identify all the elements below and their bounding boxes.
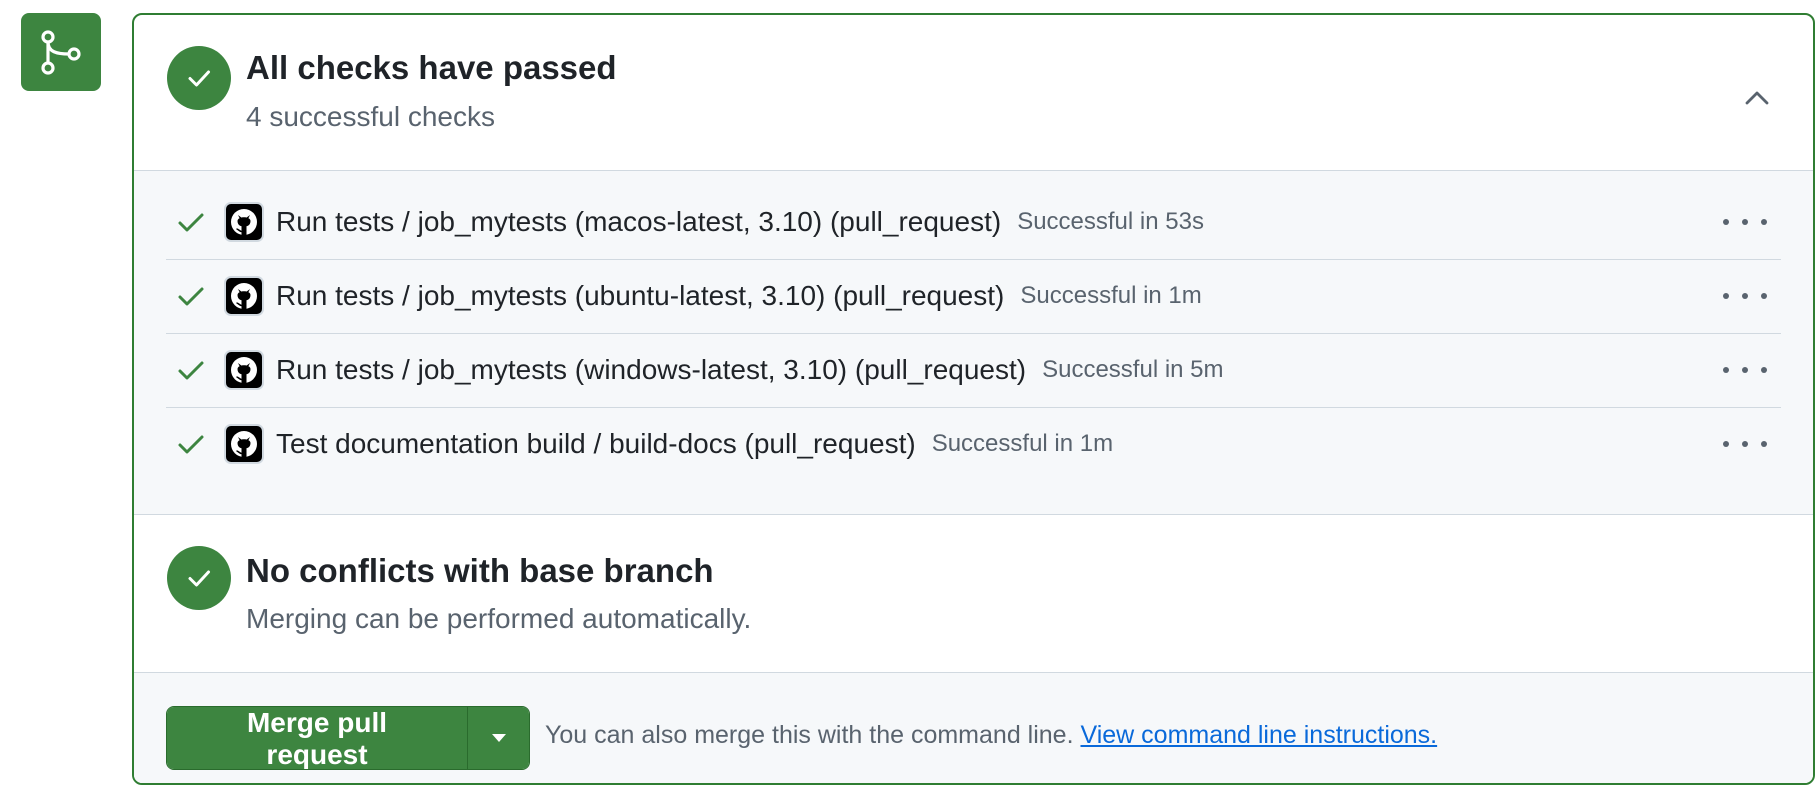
- check-icon: [178, 287, 204, 306]
- check-icon: [178, 435, 204, 454]
- check-row-menu-button[interactable]: [1723, 207, 1767, 237]
- chevron-up-icon: [1745, 91, 1769, 105]
- checks-title: All checks have passed: [246, 49, 617, 86]
- check-name[interactable]: Run tests / job_mytests (ubuntu-latest, …: [276, 280, 1004, 312]
- check-circle-icon: [167, 46, 231, 110]
- github-avatar: [224, 424, 264, 464]
- merge-button-group: Merge pull request: [166, 706, 530, 770]
- github-avatar: [224, 276, 264, 316]
- git-merge-icon: [41, 30, 81, 75]
- merge-pull-request-button[interactable]: Merge pull request: [167, 707, 467, 769]
- github-avatar: [224, 350, 264, 390]
- conflicts-title: No conflicts with base branch: [246, 552, 714, 589]
- check-row-menu-button[interactable]: [1723, 429, 1767, 459]
- check-status: Successful in 1m: [931, 430, 1114, 457]
- check-status: Successful in 5m: [1042, 356, 1224, 383]
- merge-action-bar: Merge pull request You can also merge th…: [134, 672, 1813, 783]
- kebab-horizontal-icon: [1723, 219, 1729, 225]
- merge-hint: You can also merge this with the command…: [545, 721, 1437, 750]
- check-row[interactable]: Run tests / job_mytests (ubuntu-latest, …: [166, 259, 1781, 334]
- github-icon: [231, 283, 257, 309]
- checks-summary: All checks have passed 4 successful chec…: [134, 15, 1813, 170]
- github-icon: [231, 209, 257, 235]
- check-row[interactable]: Test documentation build / build-docs (p…: [166, 407, 1781, 481]
- check-name[interactable]: Run tests / job_mytests (windows-latest,…: [276, 354, 1026, 386]
- conflicts-subtitle: Merging can be performed automatically.: [246, 603, 752, 634]
- merge-status-box: All checks have passed 4 successful chec…: [132, 13, 1815, 785]
- check-row-menu-button[interactable]: [1723, 281, 1767, 311]
- merge-panel-page: All checks have passed 4 successful chec…: [0, 0, 1820, 798]
- github-icon: [231, 357, 257, 383]
- kebab-horizontal-icon: [1723, 441, 1729, 447]
- check-name[interactable]: Test documentation build / build-docs (p…: [276, 428, 916, 460]
- check-status: Successful in 1m: [1020, 282, 1202, 309]
- check-status: Successful in 53s: [1017, 208, 1204, 235]
- collapse-checks-button[interactable]: [1737, 77, 1777, 117]
- kebab-horizontal-icon: [1723, 293, 1729, 299]
- check-circle-icon: [167, 546, 231, 610]
- merge-options-dropdown[interactable]: [467, 707, 529, 769]
- github-icon: [231, 431, 257, 457]
- github-avatar: [224, 202, 264, 242]
- checks-list: Run tests / job_mytests (macos-latest, 3…: [134, 170, 1813, 515]
- check-row-menu-button[interactable]: [1723, 355, 1767, 385]
- check-name[interactable]: Run tests / job_mytests (macos-latest, 3…: [276, 206, 1001, 238]
- check-row[interactable]: Run tests / job_mytests (macos-latest, 3…: [166, 185, 1781, 260]
- merge-hint-text: You can also merge this with the command…: [545, 721, 1074, 749]
- conflicts-summary: No conflicts with base branch Merging ca…: [134, 515, 1813, 672]
- check-icon: [178, 213, 204, 232]
- command-line-instructions-link[interactable]: View command line instructions.: [1080, 721, 1437, 749]
- triangle-down-icon: [491, 734, 506, 742]
- check-icon: [178, 361, 204, 380]
- kebab-horizontal-icon: [1723, 367, 1729, 373]
- checks-subtitle: 4 successful checks: [246, 101, 495, 132]
- merge-badge: [21, 13, 101, 91]
- check-row[interactable]: Run tests / job_mytests (windows-latest,…: [166, 333, 1781, 408]
